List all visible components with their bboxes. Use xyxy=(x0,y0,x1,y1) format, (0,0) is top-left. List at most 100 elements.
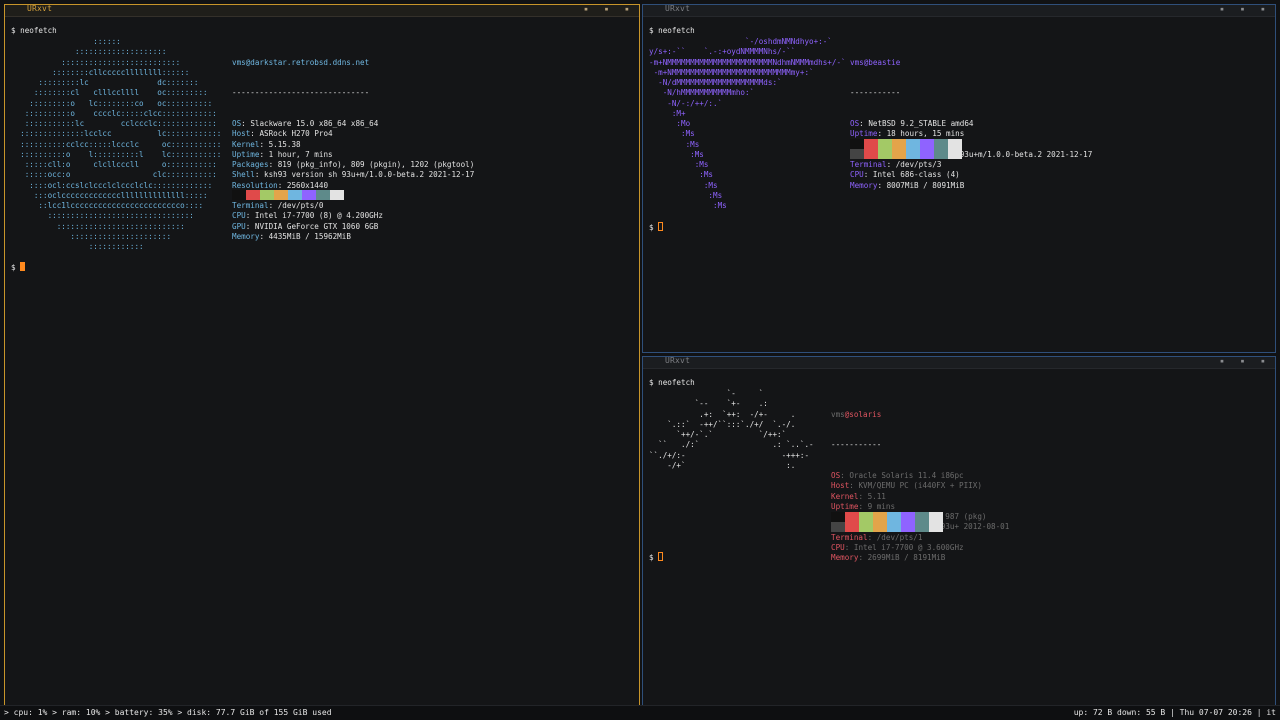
info-row: Uptime: 18 hours, 15 mins xyxy=(850,129,965,139)
info-row: Terminal: /dev/pts/3 xyxy=(850,160,942,169)
info-key: Uptime xyxy=(232,149,260,159)
logo-line: :::::::::::::::::::::: xyxy=(11,231,172,241)
info-header: vms@beastie xyxy=(850,57,901,67)
color-swatch xyxy=(845,512,859,522)
window-control-buttons[interactable]: ▪ ▪ ▪ xyxy=(1220,357,1271,365)
terminal-cursor xyxy=(658,552,664,561)
info-row: Host: ASRock H270 Pro4 xyxy=(232,129,333,139)
prompt-line: $ neofetch xyxy=(11,26,57,35)
info-key: Resolution xyxy=(232,180,278,190)
logo-line: :M+ xyxy=(649,108,686,118)
logo-line: :::oclcccccccccccccllllllllllllll::::: xyxy=(11,190,208,200)
logo-line: ::::::::::::::lcclcc lc:::::::::::: xyxy=(11,129,222,139)
logo-line: :Ms xyxy=(649,129,695,139)
info-row: Memory: 8007MiB / 8091MiB xyxy=(850,180,965,190)
info-value: Intel i7-7700 (8) @ 4.200GHz xyxy=(254,211,383,221)
window-control-buttons[interactable]: ▪ ▪ ▪ xyxy=(1220,5,1271,13)
info-row: Terminal: /dev/pts/0 xyxy=(232,201,324,210)
logo-line: :::::cll:o clcllcccll o::::::::::: xyxy=(11,160,217,169)
color-swatch xyxy=(864,149,878,159)
logo-line: :::::::::o lc::::::::co oc:::::::::: xyxy=(11,98,213,108)
info-header-host: @solaris xyxy=(844,409,882,419)
color-swatch xyxy=(929,512,943,522)
logo-line: ::lcc1lcccccccccccccccccccccccco:::: xyxy=(11,201,204,210)
window-control-buttons[interactable]: ▪ ▪ ▪ xyxy=(584,5,635,13)
info-value: /dev/pts/0 xyxy=(277,201,324,210)
info-key: GPU xyxy=(232,221,246,231)
logo-line: :Ms xyxy=(649,160,709,169)
info-row: Uptime: 1 hour, 7 mins xyxy=(232,149,333,159)
color-swatch xyxy=(948,149,962,159)
prompt-line: $ neofetch xyxy=(649,378,695,387)
info-key: Packages xyxy=(232,160,269,169)
logo-line: :::::occ:o clc::::::::::: xyxy=(11,170,217,180)
color-swatch xyxy=(859,522,873,532)
info-key: Memory xyxy=(831,553,859,562)
logo-line: `++/-`.` `/++:` xyxy=(649,430,787,439)
info-value: Intel 686-class (4) xyxy=(872,170,960,180)
info-value: ksh93 version sh 93u+m/1.0.0-beta.2 2021… xyxy=(264,170,475,180)
info-key: Kernel xyxy=(831,491,859,501)
info-key: Kernel xyxy=(232,139,260,149)
info-row: Shell: ksh93 version sh 93u+m/1.0.0-beta… xyxy=(232,170,475,180)
info-header: vms@darkstar.retrobsd.ddns.net xyxy=(232,57,370,67)
terminal-window-netbsd[interactable]: URxvt ▪ ▪ ▪ $ neofetch `-/oshdmNMNdhyo+:… xyxy=(642,4,1276,353)
color-swatch xyxy=(831,522,845,532)
color-swatch xyxy=(915,512,929,522)
logo-line: :::::: xyxy=(11,37,121,46)
terminal-content[interactable]: $ neofetch :::::: :::::::::::::::::::: :… xyxy=(5,16,639,706)
info-value: 819 (pkg_info), 809 (pkgin), 1202 (pkgto… xyxy=(277,160,475,169)
info-separator: ------------------------------ xyxy=(232,88,370,98)
color-swatch xyxy=(920,139,934,149)
color-swatch xyxy=(934,149,948,159)
info-separator: ----------- xyxy=(850,88,901,98)
terminal-content[interactable]: $ neofetch `-/oshdmNMNdhyo+:-` y/s+:-`` `… xyxy=(643,16,1275,352)
terminal-window-solaris[interactable]: URxvt ▪ ▪ ▪ $ neofetch `- ` `-- `+- .: .… xyxy=(642,356,1276,707)
info-key: Host xyxy=(831,481,850,491)
color-swatch xyxy=(232,190,246,200)
info-row: Host: KVM/QEMU PC (i440FX + PIIX) xyxy=(831,481,982,491)
info-key: Memory xyxy=(232,231,260,241)
color-swatch xyxy=(887,512,901,522)
color-swatch xyxy=(920,149,934,159)
terminal-content[interactable]: $ neofetch `- ` `-- `+- .: .+: `++: -/+-… xyxy=(643,368,1275,706)
info-value: Oracle Solaris 11.4 i86pc xyxy=(849,471,964,480)
color-swatch xyxy=(906,139,920,149)
logo-line: :Ms xyxy=(649,180,718,190)
color-swatch xyxy=(274,190,288,200)
info-header-user: vms xyxy=(831,409,845,419)
logo-line: :Ms xyxy=(649,190,723,200)
logo-line: ``./+/:- -+++:- xyxy=(649,450,810,460)
color-swatch xyxy=(892,139,906,149)
logo-line: :Ms xyxy=(649,139,700,149)
info-value: KVM/QEMU PC (i440FX + PIIX) xyxy=(858,481,982,491)
logo-line: `` ./:` .: `..`.- xyxy=(649,440,814,450)
info-row: Packages: 819 (pkg_info), 809 (pkgin), 1… xyxy=(232,160,475,169)
info-key: Terminal xyxy=(850,160,887,169)
prompt-line: $ xyxy=(11,262,26,273)
info-row: GPU: NVIDIA GeForce GTX 1060 6GB xyxy=(232,221,379,231)
color-palette xyxy=(232,190,344,200)
color-swatch xyxy=(887,522,901,532)
logo-line: :::::::::::::::::::::::::::: xyxy=(11,221,185,231)
info-value: ASRock H270 Pro4 xyxy=(259,129,333,139)
terminal-window-slackware[interactable]: URxvt ▪ ▪ ▪ $ neofetch :::::: ::::::::::… xyxy=(4,4,640,707)
logo-line: ::::::::cllcccccllllllll:::::: xyxy=(11,67,190,77)
info-value: 2699MiB / 8191MiB xyxy=(867,553,946,562)
logo-line: `-- `+- .: xyxy=(649,399,768,409)
window-title: URxvt xyxy=(665,356,691,365)
color-swatch xyxy=(859,512,873,522)
color-swatch xyxy=(850,149,864,159)
logo-line: -m+NMMMMMMMMMMMMMMMMMMMMMMMNdhmNMMMmdhs+… xyxy=(649,57,846,67)
logo-line: -m+NMMMMMMMMMMMMMMMMMMMMMMMMMMmy+:` xyxy=(649,67,814,77)
logo-line: ::::ocl:ccslclccclclccclclc::::::::::::: xyxy=(11,180,213,190)
info-value: Intel i7-7700 @ 3.600GHz xyxy=(853,542,964,552)
window-title: URxvt xyxy=(665,4,691,13)
logo-line: -N/-:/++/:.` xyxy=(649,98,723,108)
system-info-block: vms@solaris ----------- OS: Oracle Solar… xyxy=(831,389,1009,584)
logo-line: :Ms xyxy=(649,149,704,159)
info-value: NetBSD 9.2_STABLE amd64 xyxy=(868,119,974,128)
info-row: OS: Slackware 15.0 x86_64 x86_64 xyxy=(232,119,379,128)
info-value: /dev/pts/1 xyxy=(876,532,923,542)
terminal-cursor xyxy=(658,222,664,231)
